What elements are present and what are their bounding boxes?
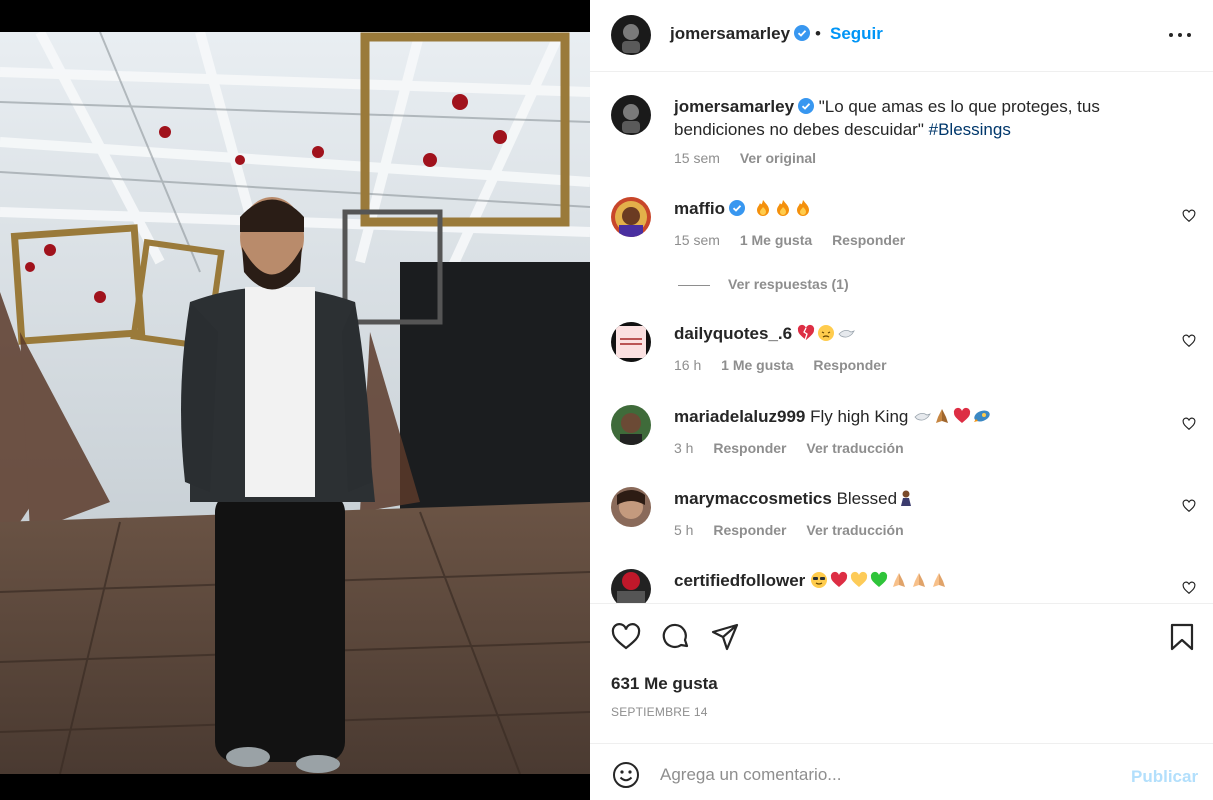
post-date[interactable]: SEPTIEMBRE 14 [611, 705, 708, 719]
comments-list[interactable]: jomersamarley "Lo que amas es lo que pro… [590, 73, 1213, 603]
sunglasses-face-emoji-icon [811, 572, 828, 588]
more-options-icon[interactable] [1165, 22, 1195, 48]
commenter-avatar[interactable] [611, 487, 651, 527]
comment-username[interactable]: dailyquotes_.6 [674, 324, 792, 343]
author-username-text[interactable]: jomersamarley [670, 24, 790, 43]
fire-emoji-icon [756, 200, 769, 216]
red-heart-emoji-icon [830, 571, 848, 587]
comment-meta: 16 h 1 Me gusta Responder [674, 357, 903, 373]
photo-illustration [0, 32, 590, 774]
comment-body: Blessed [836, 489, 898, 508]
like-comment-heart-icon[interactable] [1182, 417, 1196, 431]
comment-text: mariadelaluz999 Fly high King [674, 405, 1153, 428]
comment-bubble-icon[interactable] [661, 622, 691, 652]
comment-age: 3 h [674, 440, 694, 456]
comment-likes[interactable]: 1 Me gusta [740, 232, 812, 248]
pensive-face-emoji-icon [817, 325, 834, 341]
view-replies-button[interactable]: Ver respuestas (1) [678, 276, 849, 292]
save-bookmark-icon[interactable] [1167, 622, 1197, 652]
like-comment-heart-icon[interactable] [1182, 499, 1196, 513]
comment-meta: 15 sem 1 Me gusta Responder [674, 232, 921, 248]
comment-meta: 3 h Responder Ver traducción [674, 440, 920, 456]
follow-button[interactable]: Seguir [830, 24, 883, 44]
comment-text: marymaccosmetics Blessed [674, 487, 1153, 510]
reply-button[interactable]: Responder [832, 232, 905, 248]
comment-input[interactable] [660, 761, 1110, 789]
reply-button[interactable]: Responder [713, 522, 786, 538]
broken-heart-emoji-icon [797, 324, 814, 341]
folded-hands-emoji-icon [936, 409, 949, 423]
dove-emoji-icon [914, 413, 932, 421]
comment-text: dailyquotes_.6 [674, 322, 1153, 345]
comment-age: 5 h [674, 522, 694, 538]
share-send-icon[interactable] [710, 622, 740, 652]
yellow-heart-emoji-icon [850, 571, 868, 587]
caption-username[interactable]: jomersamarley [674, 97, 794, 116]
like-comment-heart-icon[interactable] [1182, 581, 1196, 595]
author-username[interactable]: jomersamarley [670, 24, 811, 44]
publish-button[interactable]: Publicar [1131, 767, 1198, 787]
like-comment-heart-icon[interactable] [1182, 334, 1196, 348]
green-heart-emoji-icon [870, 571, 888, 587]
comment-item: certifiedfollower [590, 569, 1213, 603]
verified-badge-icon [798, 98, 815, 114]
comment-age: 15 sem [674, 232, 720, 248]
comment-body: Fly high King [810, 407, 909, 426]
see-original-button[interactable]: Ver original [740, 150, 816, 166]
media-pane [0, 0, 590, 800]
replies-line [678, 284, 710, 286]
comment-item: marymaccosmetics Blessed 5 h Responder V… [590, 487, 1213, 547]
comment-item: mariadelaluz999 Fly high King 3 h Respon… [590, 405, 1213, 465]
post-header: jomersamarley • Seguir [590, 0, 1213, 72]
post-actions: 631 Me gusta SEPTIEMBRE 14 [590, 603, 1213, 743]
woman-praying-emoji-icon [901, 490, 912, 506]
commenter-avatar[interactable] [611, 322, 651, 362]
reply-button[interactable]: Responder [713, 440, 786, 456]
see-translation-button[interactable]: Ver traducción [806, 440, 903, 456]
view-replies-label[interactable]: Ver respuestas (1) [728, 276, 849, 292]
like-heart-icon[interactable] [611, 622, 641, 652]
reply-button[interactable]: Responder [813, 357, 886, 373]
commenter-avatar[interactable] [611, 197, 651, 237]
fire-emoji-icon [796, 200, 809, 216]
rocket-emoji-icon [974, 410, 990, 422]
commenter-avatar[interactable] [611, 569, 651, 603]
caption-age: 15 sem [674, 150, 720, 166]
see-translation-button[interactable]: Ver traducción [806, 522, 903, 538]
post-photo[interactable] [0, 32, 590, 774]
folded-hands-emoji-icon [893, 573, 906, 587]
comment-username[interactable]: maffio [674, 199, 725, 218]
dove-emoji-icon [838, 330, 855, 338]
comment-likes[interactable]: 1 Me gusta [721, 357, 793, 373]
comment-composer: Publicar [590, 743, 1213, 800]
commenter-avatar[interactable] [611, 405, 651, 445]
folded-hands-emoji-icon [933, 573, 946, 587]
post-details-pane: jomersamarley • Seguir jomersamarley "Lo… [590, 0, 1213, 800]
caption-meta: 15 sem Ver original [674, 150, 832, 166]
likes-count[interactable]: 631 Me gusta [611, 674, 718, 694]
comment-item: dailyquotes_.6 16 h 1 Me gusta Responder [590, 322, 1213, 382]
red-heart-emoji-icon [953, 407, 971, 423]
comment-text: maffio [674, 197, 1153, 220]
comment-age: 16 h [674, 357, 702, 373]
like-comment-heart-icon[interactable] [1182, 209, 1196, 223]
caption-row: jomersamarley "Lo que amas es lo que pro… [590, 95, 1213, 175]
comment-username[interactable]: mariadelaluz999 [674, 407, 805, 426]
verified-badge-icon [729, 200, 745, 216]
header-separator: • [815, 24, 821, 43]
caption-text: jomersamarley "Lo que amas es lo que pro… [674, 95, 1153, 141]
hashtag-link[interactable]: #Blessings [929, 120, 1011, 139]
comment-item: maffio 15 sem 1 Me gusta Responder Ver r… [590, 197, 1213, 307]
comment-username[interactable]: marymaccosmetics [674, 489, 832, 508]
emoji-picker-icon[interactable] [611, 760, 641, 790]
comment-text: certifiedfollower [674, 569, 1153, 592]
caption-avatar[interactable] [611, 95, 651, 135]
author-avatar[interactable] [611, 15, 651, 55]
verified-badge-icon [794, 25, 811, 41]
comment-username[interactable]: certifiedfollower [674, 571, 805, 590]
folded-hands-emoji-icon [913, 573, 926, 587]
fire-emoji-icon [776, 200, 789, 216]
comment-meta: 5 h Responder Ver traducción [674, 522, 920, 538]
